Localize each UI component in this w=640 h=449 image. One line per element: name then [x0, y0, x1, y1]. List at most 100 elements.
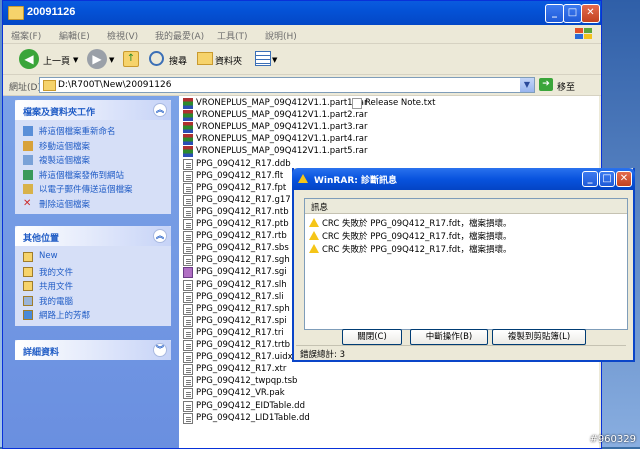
file-name: PPG_09Q412_R17.g17 [196, 194, 291, 205]
views-icon[interactable] [255, 51, 271, 66]
task-item[interactable]: 將這個檔案重新命名 [15, 124, 171, 139]
dialog-maximize-button[interactable]: □ [599, 171, 615, 187]
go-arrow-icon[interactable]: ➔ [539, 78, 553, 91]
column-header-label: 訊息 [311, 203, 329, 213]
message-column-header[interactable]: 訊息 [305, 199, 627, 214]
place-item[interactable]: 我的文件 [15, 265, 171, 280]
folders-button[interactable]: 資料夾 [215, 54, 242, 67]
file-name: PPG_09Q412_LID1Table.dd [196, 412, 310, 423]
explorer-titlebar[interactable]: 20091126 _ □ ✕ [3, 1, 601, 25]
file-name: PPG_09Q412_R17.flt [196, 170, 284, 181]
task-item[interactable]: 以電子郵件傳送這個檔案 [15, 182, 171, 197]
rar-archive-icon [183, 122, 193, 134]
place-item[interactable]: 共用文件 [15, 279, 171, 294]
file-name: VRONEPLUS_MAP_09Q412V1.1.part3.rar [196, 122, 368, 133]
address-bar: 網址(D) D:\R700T\New\20091126 ▼ ➔ 移至 [3, 75, 601, 96]
task-item-label: 將這個檔案發佈到網站 [39, 170, 125, 181]
error-total: 錯誤總計: 3 [300, 350, 345, 360]
address-path: D:\R700T\New\20091126 [58, 80, 172, 90]
menu-favorites[interactable]: 我的最愛(A) [155, 29, 204, 42]
dialog-close-action-button[interactable]: 關閉(C) [342, 329, 402, 345]
collapse-icon[interactable]: ︽ [153, 229, 167, 243]
back-dropdown-icon[interactable]: ▼ [73, 56, 78, 64]
collapse-icon[interactable]: ︽ [153, 103, 167, 117]
file-name: PPG_09Q412_R17.ddb [196, 158, 291, 169]
file-name: PPG_09Q412_EIDTable.dd [196, 400, 305, 411]
file-icon [183, 279, 193, 291]
my-computer-icon [23, 295, 33, 306]
toolbar: ◀ 上一頁 ▼ ▶ ▼ ↑ 搜尋 資料夾 ▼ [3, 44, 601, 75]
task-item[interactable]: 將這個檔案發佈到網站 [15, 168, 171, 183]
back-arrow-icon[interactable]: ◀ [19, 49, 39, 69]
folder-icon [43, 80, 56, 91]
file-icon [183, 400, 193, 412]
file-icon [183, 170, 193, 182]
menu-help[interactable]: 說明(H) [265, 29, 297, 42]
views-dropdown-icon[interactable]: ▼ [272, 56, 277, 64]
file-tasks-header[interactable]: 檔案及資料夾工作 ︽ [15, 100, 171, 120]
abort-button[interactable]: 中斷操作(B) [410, 329, 488, 345]
file-icon [183, 340, 193, 351]
warning-icon [309, 244, 319, 253]
back-button[interactable]: 上一頁 [43, 54, 70, 67]
folder-up-icon[interactable]: ↑ [123, 51, 139, 67]
other-places-header[interactable]: 其他位置 ︽ [15, 226, 171, 246]
menu-file[interactable]: 檔案(F) [11, 29, 41, 42]
message-list[interactable]: 訊息 CRC 失敗於 PPG_09Q412_R17.fdt，檔案損壞。 CRC 失… [304, 198, 628, 330]
menu-tools[interactable]: 工具(T) [217, 29, 248, 42]
dialog-close-button[interactable]: ✕ [616, 171, 632, 187]
task-item[interactable]: 移動這個檔案 [15, 139, 171, 154]
place-item[interactable]: 網路上的芳鄰 [15, 308, 171, 323]
forward-dropdown-icon[interactable]: ▼ [109, 56, 114, 64]
menu-view[interactable]: 檢視(V) [107, 29, 138, 42]
dialog-title: WinRAR: 診斷訊息 [314, 176, 397, 186]
place-item[interactable]: 我的電腦 [15, 294, 171, 309]
details-header[interactable]: 詳細資料 ︾ [15, 340, 171, 360]
forward-arrow-icon[interactable]: ▶ [87, 49, 107, 69]
file-icon [183, 388, 193, 400]
folder-icon [23, 252, 33, 262]
close-button[interactable]: ✕ [581, 4, 600, 23]
shared-documents-icon [23, 281, 33, 291]
move-icon [23, 140, 33, 151]
file-name: VRONEPLUS_MAP_09Q412V1.1.part1.rar [196, 98, 368, 108]
search-icon[interactable] [149, 51, 164, 66]
message-text: CRC 失敗於 PPG_09Q412_R17.fdt，檔案損壞。 [322, 219, 512, 229]
file-icon [183, 412, 193, 424]
address-label: 網址(D) [9, 83, 41, 93]
menu-bar: 檔案(F) 編輯(E) 檢視(V) 我的最愛(A) 工具(T) 說明(H) [3, 25, 601, 44]
file-tasks-list: 將這個檔案重新命名移動這個檔案 複製這個檔案將這個檔案發佈到網站 以電子郵件傳送這個… [15, 120, 171, 211]
file-icon [183, 194, 193, 206]
maximize-button[interactable]: □ [563, 4, 582, 23]
go-button[interactable]: 移至 [557, 80, 575, 93]
task-item-label: 將這個檔案重新命名 [39, 127, 116, 137]
expand-icon[interactable]: ︾ [153, 343, 167, 357]
task-item[interactable]: 複製這個檔案 [15, 153, 171, 168]
rename-icon [23, 126, 33, 136]
copy-to-clipboard-button[interactable]: 複製到剪貼簿(L) [492, 329, 586, 345]
file-name: PPG_09Q412_R17.sgi [196, 267, 287, 278]
chevron-down-icon[interactable]: ▼ [520, 78, 534, 92]
minimize-button[interactable]: _ [545, 4, 564, 23]
rar-archive-icon [183, 98, 193, 109]
file-name: VRONEPLUS_MAP_09Q412V1.1.part2.rar [196, 110, 368, 121]
warning-icon [309, 231, 319, 240]
text-file-icon [352, 98, 362, 109]
place-item[interactable]: New [15, 250, 171, 265]
file-icon [183, 352, 193, 364]
search-button[interactable]: 搜尋 [169, 54, 187, 67]
address-input[interactable]: D:\R700T\New\20091126 ▼ [39, 77, 535, 93]
task-item[interactable]: ✕ 刪除這個檔案 [15, 197, 171, 212]
file-name: VRONEPLUS_MAP_09Q412V1.1.part4.rar [196, 134, 368, 145]
menu-edit[interactable]: 編輯(E) [59, 29, 90, 42]
file-name: PPG_09Q412_R17.sph [196, 303, 290, 314]
dialog-minimize-button[interactable]: _ [582, 171, 598, 187]
folders-icon[interactable] [197, 52, 213, 65]
file-name: PPG_09Q412_R17.xtr [196, 364, 287, 375]
file-name: PPG_09Q412_R17.sgh [196, 255, 290, 266]
rar-archive-icon [183, 146, 193, 158]
dialog-titlebar[interactable]: WinRAR: 診斷訊息 _ □ ✕ [292, 168, 635, 190]
other-places-list: New 我的文件共用文件我的電腦 網路上的芳鄰 [15, 246, 171, 323]
place-item-label: 共用文件 [39, 282, 74, 292]
file-icon [183, 255, 193, 267]
